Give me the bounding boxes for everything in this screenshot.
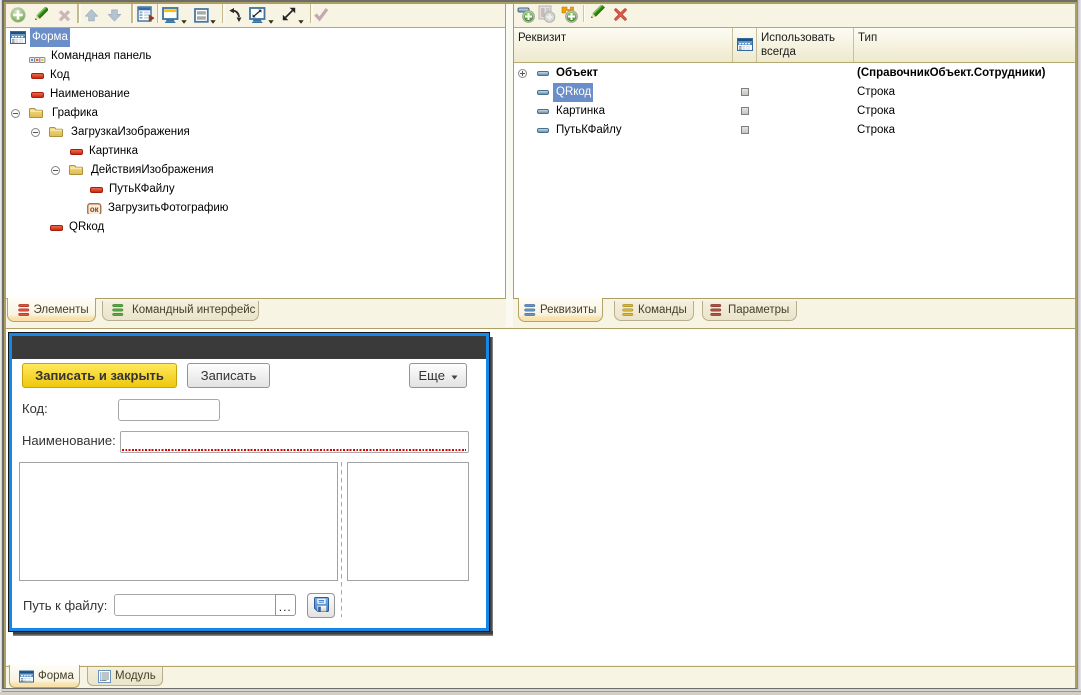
svg-text:ок: ок xyxy=(90,205,99,214)
